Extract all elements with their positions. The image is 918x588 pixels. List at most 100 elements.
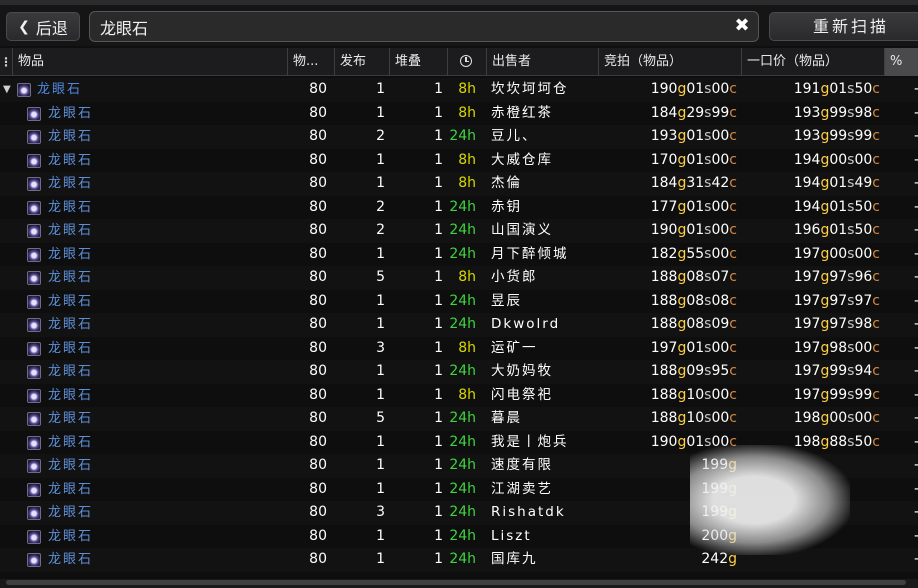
table-row[interactable]: 龙眼石 80 1 1 24h 大奶妈牧 188g09s95c197g99s94c - xyxy=(0,360,918,384)
bid-price-gold-amount: 188 xyxy=(650,269,678,285)
close-icon[interactable]: ✖ xyxy=(732,16,752,36)
column-header-level[interactable]: 物... xyxy=(287,48,334,76)
time-left: 8h xyxy=(458,386,476,403)
search-box[interactable]: ✖ xyxy=(89,11,759,42)
search-input[interactable] xyxy=(100,16,720,38)
item-level: 80 xyxy=(309,504,327,520)
bid-price-gold-amount: 188 xyxy=(650,292,678,309)
buyout-price: 197g97s96c xyxy=(741,266,880,290)
table-row[interactable]: 龙眼石 80 1 1 24h Dkwolrd 188g08s09c197g97s98c - xyxy=(0,313,918,337)
buyout-price: 198g00s00c xyxy=(741,407,880,431)
item-level: 80 xyxy=(309,81,327,97)
item-name[interactable]: 龙眼石 xyxy=(48,431,288,455)
table-row[interactable]: 龙眼石 80 1 1 8h 赤橙红茶 184g29s99c193g99s98c - xyxy=(0,102,918,126)
column-header-bid[interactable]: 竞拍（物品） xyxy=(598,48,741,76)
table-row[interactable]: 龙眼石 80 5 1 8h 小货郎 188g08s07c197g97s96c - xyxy=(0,266,918,290)
chevron-left-icon: ❮ xyxy=(18,18,30,35)
gold-coin-icon: g xyxy=(820,175,830,191)
bid-price: 177g01s00c xyxy=(598,196,737,220)
bid-price-copper-amount: 08 xyxy=(711,292,730,309)
item-name[interactable]: 龙眼石 xyxy=(48,525,288,549)
dragon-eye-gem-icon xyxy=(27,153,41,168)
gold-coin-icon: g xyxy=(677,433,687,450)
bid-price-gold-amount: 188 xyxy=(650,363,678,379)
item-name[interactable]: 龙眼石 xyxy=(48,548,288,572)
item-name[interactable]: 龙眼石 xyxy=(48,243,288,267)
seller-name: 运矿一 xyxy=(491,339,538,356)
item-name[interactable]: 龙眼石 xyxy=(48,149,288,173)
rescan-button[interactable]: 重新扫描 xyxy=(769,12,918,41)
bid-price-copper-amount: 00 xyxy=(711,245,730,262)
item-level: 80 xyxy=(309,316,327,332)
item-level: 80 xyxy=(309,433,327,450)
item-name[interactable]: 龙眼石 xyxy=(48,196,288,220)
buyout-price-copper-amount: 98 xyxy=(854,104,873,121)
percent-value: - xyxy=(914,125,918,149)
stack-size: 1 xyxy=(434,363,443,379)
buyout-price: 194g01s49c xyxy=(741,172,880,196)
table-row[interactable]: 龙眼石 80 1 1 8h 闪电祭祀 188g10s00c197g99s99c - xyxy=(0,384,918,408)
item-name[interactable]: 龙眼石 xyxy=(48,454,288,478)
item-name[interactable]: 龙眼石 xyxy=(48,384,288,408)
column-header-item[interactable]: 物品 xyxy=(12,48,287,76)
percent-value: - xyxy=(914,337,918,361)
copper-coin-icon: c xyxy=(872,410,880,426)
scrollbar-thumb[interactable] xyxy=(6,580,906,585)
buyout-price-silver-amount: 00 xyxy=(829,410,848,426)
column-header-time[interactable] xyxy=(447,48,486,76)
dragon-eye-gem-icon xyxy=(27,294,41,309)
column-header-posted[interactable]: 发布 xyxy=(334,48,389,76)
buyout-price: 197g00s00c xyxy=(741,243,880,267)
item-name[interactable]: 龙眼石 xyxy=(48,313,288,337)
column-header-stack[interactable]: 堆叠 xyxy=(389,48,447,76)
column-header-percent[interactable]: % xyxy=(884,48,918,76)
back-button[interactable]: ❮ 后退 xyxy=(6,12,80,41)
copper-coin-icon: c xyxy=(729,339,737,356)
stack-size: 1 xyxy=(434,222,443,238)
table-row[interactable]: 龙眼石 80 1 1 8h 杰倫 184g31s42c194g01s49c - xyxy=(0,172,918,196)
item-level: 80 xyxy=(309,457,327,473)
column-header-buyout[interactable]: 一口价（物品） xyxy=(741,48,884,76)
table-row[interactable]: 龙眼石 80 1 1 24h 月下醉倾城 182g55s00c197g00s00c - xyxy=(0,243,918,267)
item-name[interactable]: 龙眼石 xyxy=(48,478,288,502)
copper-coin-icon: c xyxy=(729,104,737,121)
gold-coin-icon: g xyxy=(677,363,687,379)
item-name[interactable]: 龙眼石 xyxy=(48,102,288,126)
table-row[interactable]: 龙眼石 80 5 1 24h 暮晨 188g10s00c198g00s00c - xyxy=(0,407,918,431)
item-name[interactable]: 龙眼石 xyxy=(48,125,288,149)
bid-price: 197g01s00c xyxy=(598,337,737,361)
column-header-seller[interactable]: 出售者 xyxy=(486,48,598,76)
table-row[interactable]: 龙眼石 80 2 1 24h 豆儿、 193g01s00c193g99s99c - xyxy=(0,125,918,149)
item-name[interactable]: 龙眼石 xyxy=(48,266,288,290)
buyout-price-gold-amount: 197 xyxy=(793,386,821,403)
item-name[interactable]: 龙眼石 xyxy=(48,290,288,314)
item-name[interactable]: 龙眼石 xyxy=(37,78,277,102)
table-row[interactable]: 龙眼石 80 3 1 8h 运矿一 197g01s00c197g98s00c - xyxy=(0,337,918,361)
table-row[interactable]: ▼ 龙眼石 80 1 1 8h 坎坎坷坷仓 190g01s00c191g01s50c - xyxy=(0,78,918,102)
table-row[interactable]: 龙眼石 80 2 1 24h 山国演义 190g01s00c196g01s50c - xyxy=(0,219,918,243)
gold-coin-icon: g xyxy=(677,104,687,121)
buyout-price-gold-amount: 193 xyxy=(793,128,821,144)
table-row[interactable]: 龙眼石 80 2 1 24h 赤钥 177g01s00c194g01s50c - xyxy=(0,196,918,220)
column-menu-icon[interactable]: ⋮ xyxy=(0,48,12,76)
item-name[interactable]: 龙眼石 xyxy=(48,407,288,431)
item-name[interactable]: 龙眼石 xyxy=(48,172,288,196)
time-left: 24h xyxy=(449,245,476,262)
gold-coin-icon: g xyxy=(677,410,687,426)
item-name[interactable]: 龙眼石 xyxy=(48,337,288,361)
item-level: 80 xyxy=(309,198,327,215)
posted-count: 1 xyxy=(376,386,385,403)
buyout-price: 197g99s94c xyxy=(741,360,880,384)
item-name[interactable]: 龙眼石 xyxy=(48,219,288,243)
table-row[interactable]: 龙眼石 80 1 1 8h 大威仓库 170g01s00c194g00s00c - xyxy=(0,149,918,173)
gold-coin-icon: g xyxy=(820,128,830,144)
item-name[interactable]: 龙眼石 xyxy=(48,360,288,384)
item-name[interactable]: 龙眼石 xyxy=(48,501,288,525)
expand-triangle-icon[interactable]: ▼ xyxy=(3,78,11,102)
gold-coin-icon: g xyxy=(677,81,687,97)
table-row[interactable]: 龙眼石 80 1 1 24h 昱辰 188g08s08c197g97s97c - xyxy=(0,290,918,314)
stack-size: 1 xyxy=(434,104,443,121)
bid-price-gold-amount: 170 xyxy=(650,151,678,168)
buyout-price-silver-amount: 97 xyxy=(829,269,848,285)
buyout-price-copper-amount: 00 xyxy=(854,151,873,168)
